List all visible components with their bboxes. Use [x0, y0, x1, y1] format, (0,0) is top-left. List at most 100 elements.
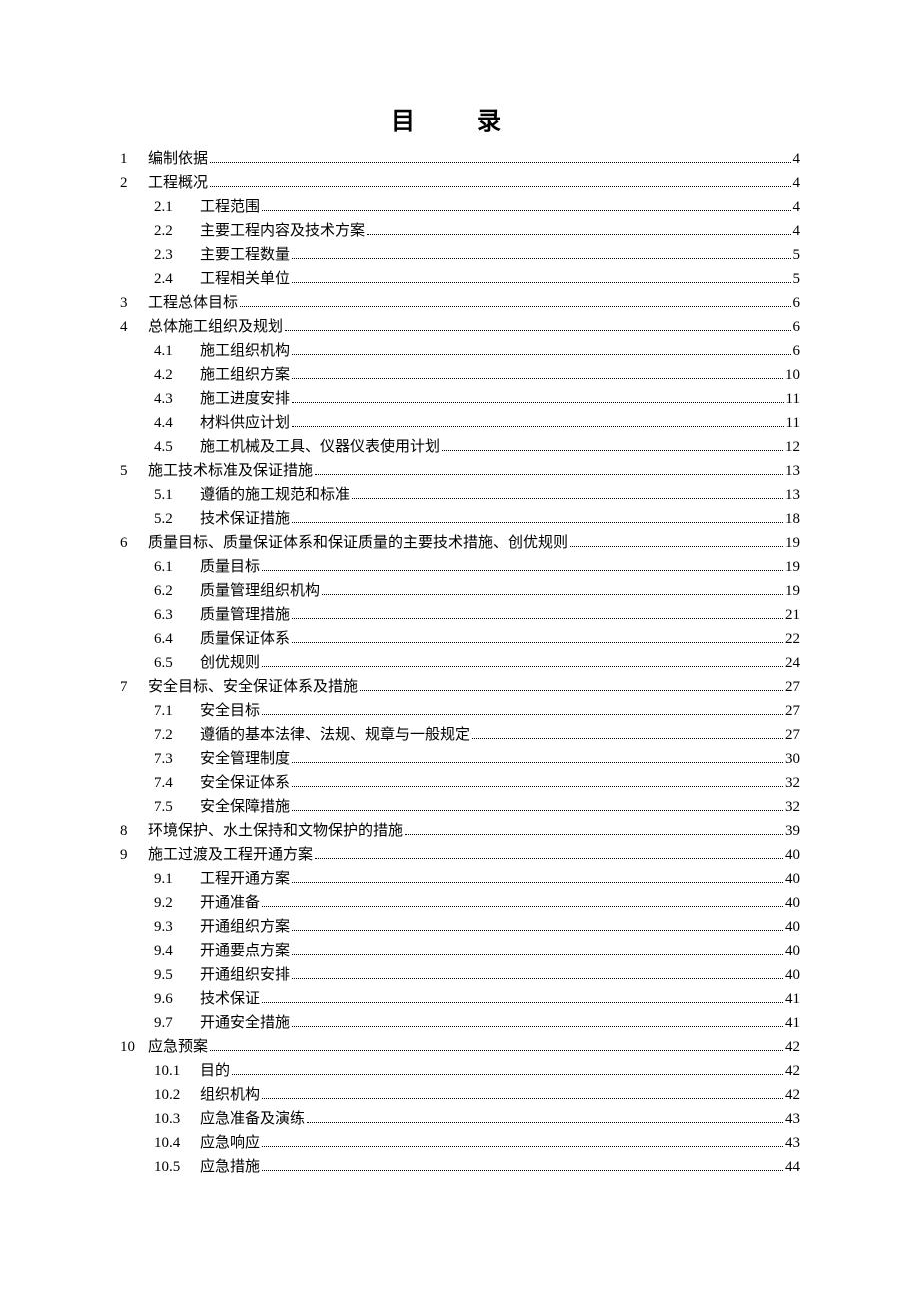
toc-entry-number: 10 — [120, 1040, 148, 1055]
document-page: 目 录 1编制依据42工程概况42.1工程范围42.2主要工程内容及技术方案42… — [0, 0, 920, 1302]
toc-entry: 2.3主要工程数量5 — [120, 248, 800, 272]
toc-entry: 4.2施工组织方案10 — [120, 368, 800, 392]
toc-entry-page: 13 — [785, 464, 800, 479]
toc-entry-number: 7.5 — [154, 800, 200, 815]
toc-entry-page: 6 — [793, 320, 801, 335]
toc-entry: 2.2主要工程内容及技术方案4 — [120, 224, 800, 248]
toc-entry-page: 27 — [785, 728, 800, 743]
toc-entry-text: 创优规则 — [200, 656, 260, 671]
toc-entry: 4.1施工组织机构6 — [120, 344, 800, 368]
toc-entry-text: 应急预案 — [148, 1040, 208, 1055]
toc-leader-dots — [292, 522, 783, 523]
toc-entry-page: 41 — [785, 992, 800, 1007]
toc-entry: 7.1安全目标 27 — [120, 704, 800, 728]
toc-entry-page: 18 — [785, 512, 800, 527]
toc-entry: 2工程概况4 — [120, 176, 800, 200]
toc-entry-text: 编制依据 — [148, 152, 208, 167]
toc-entry: 9.3开通组织方案40 — [120, 920, 800, 944]
toc-entry-number: 2.3 — [154, 248, 200, 263]
toc-entry-page: 39 — [785, 824, 800, 839]
toc-entry: 8环境保护、水土保持和文物保护的措施39 — [120, 824, 800, 848]
toc-leader-dots — [292, 642, 783, 643]
toc-leader-dots — [315, 474, 783, 475]
toc-entry: 4总体施工组织及规划6 — [120, 320, 800, 344]
toc-entry-number: 4.3 — [154, 392, 200, 407]
toc-entry-text: 安全保障措施 — [200, 800, 290, 815]
toc-entry-number: 10.4 — [154, 1136, 200, 1151]
toc-entry-page: 27 — [785, 704, 800, 719]
toc-entry-text: 工程开通方案 — [200, 872, 290, 887]
toc-entry-page: 43 — [785, 1136, 800, 1151]
toc-entry-text: 目的 — [200, 1064, 230, 1079]
toc-entry-page: 19 — [785, 560, 800, 575]
toc-entry-number: 6.4 — [154, 632, 200, 647]
toc-entry: 7.4安全保证体系 32 — [120, 776, 800, 800]
toc-entry-number: 9.7 — [154, 1016, 200, 1031]
toc-entry-page: 24 — [785, 656, 800, 671]
toc-entry-number: 7.2 — [154, 728, 200, 743]
toc-entry: 6.3质量管理措施21 — [120, 608, 800, 632]
toc-entry-text: 安全保证体系 — [200, 776, 290, 791]
toc-entry-text: 安全目标 — [200, 704, 260, 719]
toc-entry-text: 质量管理组织机构 — [200, 584, 320, 599]
toc-leader-dots — [210, 186, 790, 187]
toc-leader-dots — [292, 282, 790, 283]
toc-entry-page: 42 — [785, 1064, 800, 1079]
toc-leader-dots — [292, 810, 783, 811]
toc-entry-number: 2.2 — [154, 224, 200, 239]
toc-entry: 10.2组织机构42 — [120, 1088, 800, 1112]
toc-leader-dots — [367, 234, 790, 235]
toc-entry-page: 13 — [785, 488, 800, 503]
toc-entry-text: 质量目标、质量保证体系和保证质量的主要技术措施、创优规则 — [148, 536, 568, 551]
toc-entry: 9.4开通要点方案40 — [120, 944, 800, 968]
toc-entry: 10.5应急措施44 — [120, 1160, 800, 1184]
toc-entry-text: 材料供应计划 — [200, 416, 290, 431]
toc-entry-number: 2.4 — [154, 272, 200, 287]
toc-entry-number: 7.1 — [154, 704, 200, 719]
toc-entry: 2.4工程相关单位5 — [120, 272, 800, 296]
toc-entry-text: 技术保证 — [200, 992, 260, 1007]
toc-entry-number: 5.1 — [154, 488, 200, 503]
toc-entry: 6质量目标、质量保证体系和保证质量的主要技术措施、创优规则19 — [120, 536, 800, 560]
toc-entry-text: 工程范围 — [200, 200, 260, 215]
toc-entry-text: 质量保证体系 — [200, 632, 290, 647]
toc-entry-page: 40 — [785, 920, 800, 935]
toc-leader-dots — [262, 906, 783, 907]
toc-entry-page: 30 — [785, 752, 800, 767]
toc-entry: 6.4质量保证体系22 — [120, 632, 800, 656]
toc-entry-text: 开通要点方案 — [200, 944, 290, 959]
toc-entry-page: 32 — [785, 776, 800, 791]
toc-entry-text: 主要工程内容及技术方案 — [200, 224, 365, 239]
toc-entry-text: 质量管理措施 — [200, 608, 290, 623]
toc-entry: 4.4材料供应计划11 — [120, 416, 800, 440]
toc-leader-dots — [292, 1026, 783, 1027]
toc-leader-dots — [210, 1050, 783, 1051]
toc-entry: 7安全目标、安全保证体系及措施27 — [120, 680, 800, 704]
toc-entry-text: 开通安全措施 — [200, 1016, 290, 1031]
table-of-contents: 1编制依据42工程概况42.1工程范围42.2主要工程内容及技术方案42.3主要… — [120, 152, 800, 1184]
toc-entry: 9.6技术保证41 — [120, 992, 800, 1016]
toc-entry-number: 9.4 — [154, 944, 200, 959]
toc-leader-dots — [262, 210, 790, 211]
toc-entry-page: 19 — [785, 584, 800, 599]
toc-entry-number: 10.2 — [154, 1088, 200, 1103]
toc-leader-dots — [315, 858, 783, 859]
toc-leader-dots — [292, 882, 783, 883]
toc-entry-number: 10.1 — [154, 1064, 200, 1079]
toc-entry-number: 6.1 — [154, 560, 200, 575]
toc-entry-number: 7.4 — [154, 776, 200, 791]
toc-entry-number: 4.4 — [154, 416, 200, 431]
toc-entry-text: 质量目标 — [200, 560, 260, 575]
toc-entry-text: 工程概况 — [148, 176, 208, 191]
toc-entry-number: 9.3 — [154, 920, 200, 935]
toc-entry-page: 6 — [793, 296, 801, 311]
toc-entry-text: 施工机械及工具、仪器仪表使用计划 — [200, 440, 440, 455]
toc-entry-page: 44 — [785, 1160, 800, 1175]
toc-entry: 10应急预案42 — [120, 1040, 800, 1064]
toc-entry-number: 9 — [120, 848, 148, 863]
toc-leader-dots — [262, 1170, 783, 1171]
toc-entry-page: 11 — [786, 392, 800, 407]
toc-entry: 7.3安全管理制度30 — [120, 752, 800, 776]
toc-leader-dots — [442, 450, 783, 451]
toc-entry-page: 19 — [785, 536, 800, 551]
